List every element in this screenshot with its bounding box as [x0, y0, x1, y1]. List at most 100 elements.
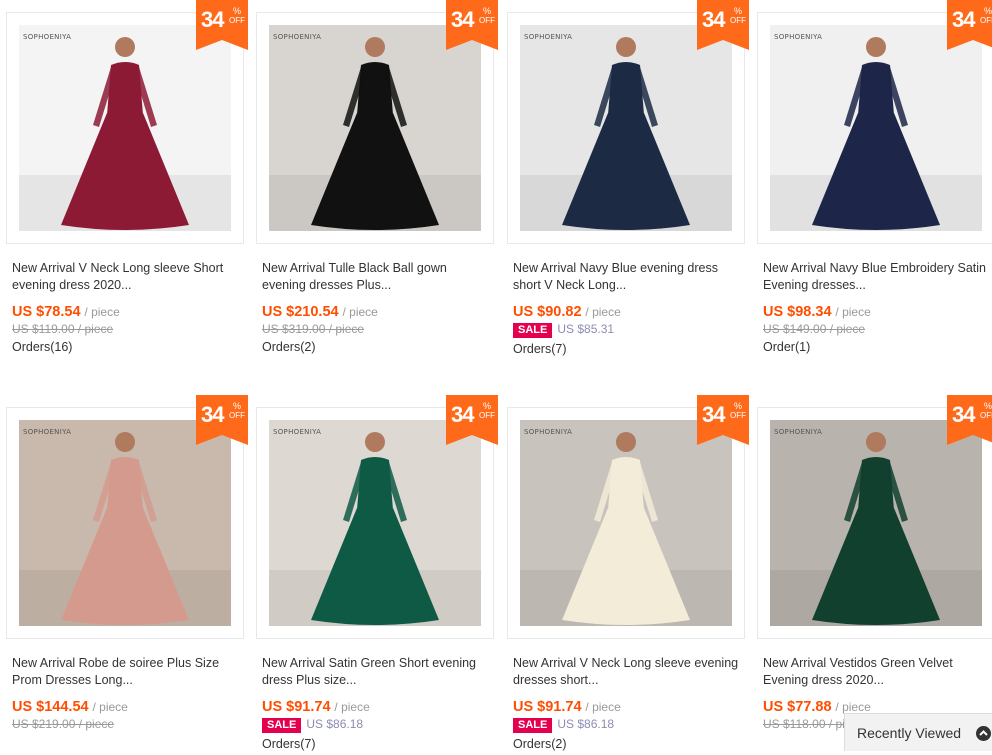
product-title[interactable]: New Arrival Tulle Black Ball gown evenin… — [262, 260, 490, 294]
discount-percent: %OFF — [729, 402, 747, 421]
percent-sign: % — [983, 6, 992, 16]
product-title[interactable]: New Arrival Navy Blue evening dress shor… — [513, 260, 741, 294]
brand-watermark: SOPHOENIYA — [23, 428, 72, 436]
discount-percent: %OFF — [979, 401, 992, 421]
discount-percent: %OFF — [478, 401, 496, 421]
off-label: OFF — [229, 16, 245, 25]
percent-sign: % — [232, 401, 241, 411]
price-value: US $98.34 — [763, 304, 832, 320]
orders-count: Orders(7) — [513, 342, 567, 356]
product-title[interactable]: New Arrival Navy Blue Embroidery Satin E… — [763, 260, 991, 294]
brand-watermark: SOPHOENIYA — [23, 33, 72, 41]
percent-sign: % — [733, 6, 742, 16]
discount-value: 34 — [952, 402, 976, 427]
discount-value: 34 — [702, 402, 726, 427]
price-unit: / piece — [585, 305, 621, 319]
product-card[interactable]: SOPHOENIYA 34%OFF New Arrival Vestidos Gre… — [757, 395, 992, 755]
discount-badge: 34%OFF — [196, 395, 248, 445]
price-line: US $91.74 / piece — [513, 698, 621, 715]
sale-badge: SALE — [262, 718, 302, 733]
chevron-up-icon[interactable] — [976, 726, 991, 741]
sale-line: SALE US $86.18 — [262, 717, 363, 733]
product-photo[interactable]: SOPHOENIYA — [520, 25, 732, 231]
sale-price: US $85.31 — [557, 322, 615, 336]
price-unit: / piece — [835, 305, 871, 319]
price-line: US $90.82 / piece — [513, 303, 621, 320]
product-title[interactable]: New Arrival Vestidos Green Velvet Evenin… — [763, 655, 991, 689]
price-unit: / piece — [84, 305, 120, 319]
brand-watermark: SOPHOENIYA — [273, 33, 322, 41]
brand-watermark: SOPHOENIYA — [524, 33, 573, 41]
product-title[interactable]: New Arrival Robe de soiree Plus Size Pro… — [12, 655, 240, 689]
discount-badge: 34%OFF — [697, 395, 749, 445]
brand-watermark: SOPHOENIYA — [524, 428, 573, 436]
product-card[interactable]: SOPHOENIYA 34%OFF New Arrival Navy Blue Em… — [757, 0, 992, 360]
original-price: US $149.00 / piece — [763, 322, 866, 336]
discount-percent: %OFF — [228, 6, 246, 26]
price-line: US $210.54 / piece — [262, 303, 378, 320]
discount-percent: %OFF — [478, 6, 496, 26]
off-label: OFF — [479, 16, 495, 25]
brand-watermark: SOPHOENIYA — [273, 428, 322, 436]
discount-badge: 34%OFF — [947, 0, 992, 50]
off-label: OFF — [229, 411, 245, 420]
sale-price: US $86.18 — [306, 717, 364, 731]
product-grid: SOPHOENIYA 34% OFF New Arrival V Neck Long … — [0, 0, 992, 751]
orders-count: Orders(16) — [12, 340, 73, 354]
percent-sign: % — [482, 6, 491, 16]
product-photo[interactable]: SOPHOENIYA — [19, 25, 231, 231]
off-label: OFF — [479, 411, 495, 420]
price-line: US $98.34 / piece — [763, 303, 871, 320]
sale-badge: SALE — [513, 718, 553, 733]
off-label: OFF — [980, 411, 992, 420]
discount-percent: %OFF — [979, 6, 992, 26]
discount-value: 34 — [451, 7, 475, 32]
price-value: US $91.74 — [262, 699, 331, 715]
percent-sign: % — [232, 6, 241, 16]
off-label: OFF — [730, 411, 746, 420]
price-value: US $144.54 — [12, 699, 89, 715]
product-photo[interactable]: SOPHOENIYA — [269, 25, 481, 231]
product-card[interactable]: SOPHOENIYA 34% OFF New Arrival Tulle Black … — [256, 0, 498, 360]
price-line: US $78.54 / piece — [12, 303, 120, 320]
off-label: OFF — [730, 16, 746, 25]
product-card[interactable]: SOPHOENIYA 34% OFF New Arrival Satin Green … — [256, 395, 498, 755]
discount-percent: %OFF — [228, 401, 246, 421]
discount-value: 34 — [201, 7, 225, 32]
orders-count: Order(1) — [763, 340, 811, 354]
product-photo[interactable]: SOPHOENIYA — [770, 25, 982, 231]
orders-count: Orders(7) — [262, 737, 316, 751]
price-value: US $91.74 — [513, 699, 582, 715]
percent-sign: % — [482, 401, 491, 411]
sale-badge: SALE — [513, 323, 553, 338]
product-card[interactable]: SOPHOENIYA 34% OFF New Arrival V Neck Long … — [6, 0, 248, 360]
discount-badge: 34%OFF — [446, 0, 498, 50]
price-line: US $144.54 / piece — [12, 698, 128, 715]
product-photo[interactable]: SOPHOENIYA — [770, 420, 982, 626]
price-value: US $90.82 — [513, 304, 582, 320]
price-value: US $210.54 — [262, 304, 339, 320]
discount-badge: 34%OFF — [196, 0, 248, 50]
price-line: US $91.74 / piece — [262, 698, 370, 715]
product-photo[interactable]: SOPHOENIYA — [520, 420, 732, 626]
price-unit: / piece — [835, 700, 871, 714]
price-value: US $78.54 — [12, 304, 81, 320]
product-title[interactable]: New Arrival V Neck Long sleeve Short eve… — [12, 260, 240, 294]
sale-price: US $86.18 — [557, 717, 615, 731]
percent-sign: % — [983, 401, 992, 411]
original-price: US $319.00 / piece — [262, 322, 365, 336]
original-price: US $119.00 / piece — [12, 322, 114, 336]
product-card[interactable]: SOPHOENIYA 34% OFF New Arrival V Neck Long … — [507, 395, 749, 755]
recently-viewed-bar[interactable]: Recently Viewed — [844, 713, 992, 751]
product-title[interactable]: New Arrival Satin Green Short evening dr… — [262, 655, 490, 689]
product-title[interactable]: New Arrival V Neck Long sleeve evening d… — [513, 655, 741, 689]
product-card[interactable]: SOPHOENIYA 34% OFF New Arrival Robe de soir… — [6, 395, 248, 755]
discount-badge: 34%OFF — [446, 395, 498, 445]
product-photo[interactable]: SOPHOENIYA — [19, 420, 231, 626]
product-card[interactable]: SOPHOENIYA 34% OFF New Arrival Navy Blue ev… — [507, 0, 749, 360]
product-photo[interactable]: SOPHOENIYA — [269, 420, 481, 626]
recently-viewed-label: Recently Viewed — [857, 725, 962, 741]
brand-watermark: SOPHOENIYA — [774, 33, 823, 41]
sale-line: SALE US $85.31 — [513, 322, 614, 338]
discount-badge: 34%OFF — [697, 0, 749, 50]
